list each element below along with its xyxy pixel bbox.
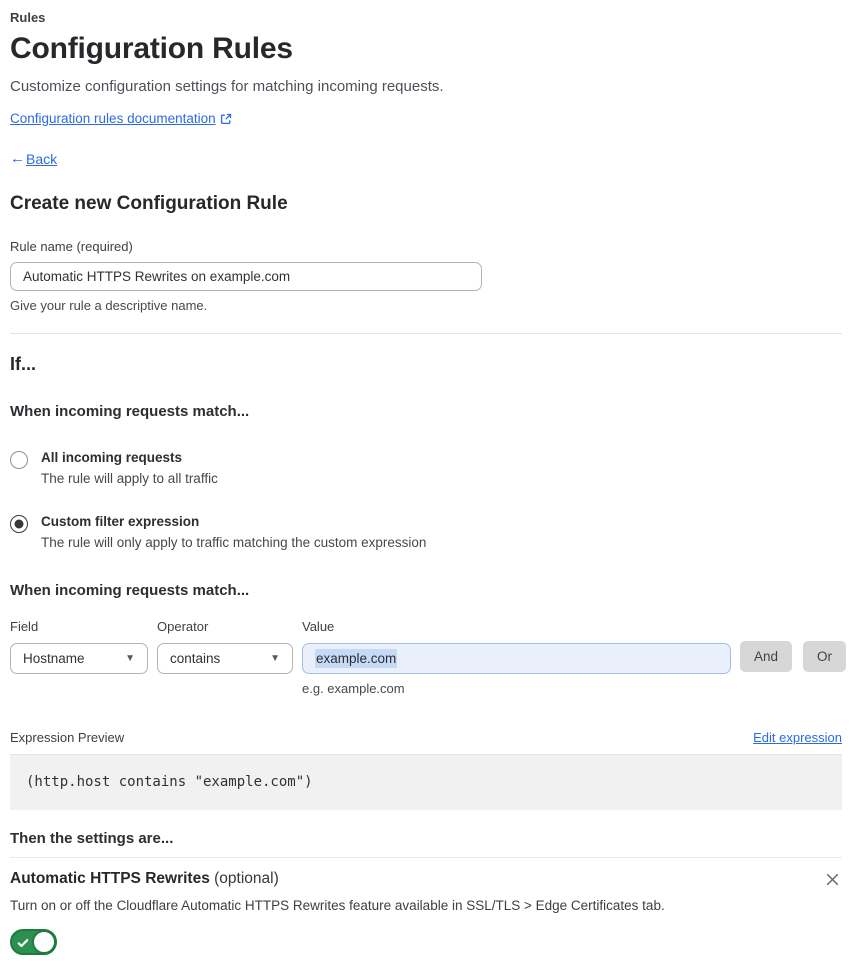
breadcrumb: Rules [10, 10, 46, 25]
value-hint: e.g. example.com [302, 681, 405, 696]
close-icon[interactable] [823, 870, 842, 889]
configuration-rules-page: Rules Configuration Rules Customize conf… [0, 0, 852, 974]
arrow-left-icon: ← [10, 150, 25, 167]
if-heading: If... [10, 354, 36, 374]
back-link-row[interactable]: ← Back [10, 150, 842, 167]
field-select-value: Hostname [23, 651, 85, 666]
edit-expression-link[interactable]: Edit expression [753, 730, 842, 745]
external-link-icon [220, 113, 232, 125]
operator-label: Operator [157, 619, 209, 634]
rule-name-help: Give your rule a descriptive name. [10, 298, 208, 313]
card-divider [10, 857, 842, 858]
expression-builder-row: Field Hostname ▼ Operator contains ▼ Val… [10, 619, 847, 696]
expression-preview-code: (http.host contains "example.com") [10, 755, 842, 810]
toggle-knob[interactable] [32, 930, 56, 954]
value-label: Value [302, 619, 335, 634]
check-icon [17, 936, 29, 948]
radio-option-label: All incoming requests [41, 450, 183, 465]
expression-preview-label: Expression Preview [10, 730, 125, 745]
builder-heading: When incoming requests match... [10, 582, 250, 599]
chevron-down-icon: ▼ [270, 653, 280, 664]
page-subtitle: Customize configuration settings for mat… [10, 78, 444, 95]
radio-button-custom-filter-expression[interactable] [10, 515, 28, 533]
documentation-link[interactable]: Configuration rules documentation [10, 111, 216, 126]
radio-option-all-incoming-requests[interactable]: All incoming requests The rule will appl… [10, 450, 842, 486]
https-rewrites-toggle[interactable] [10, 929, 57, 955]
rule-name-input[interactable] [10, 262, 482, 291]
card-optional-tag: (optional) [214, 870, 279, 887]
section-divider [10, 333, 842, 334]
create-rule-heading: Create new Configuration Rule [10, 193, 288, 214]
match-options-group: All incoming requests The rule will appl… [10, 450, 842, 550]
radio-option-description: The rule will only apply to traffic matc… [41, 535, 427, 550]
field-select[interactable]: Hostname ▼ [10, 643, 148, 674]
then-settings-heading: Then the settings are... [10, 830, 174, 847]
value-input-text: example.com [315, 649, 398, 668]
or-button[interactable]: Or [803, 641, 847, 672]
operator-select-value: contains [170, 651, 221, 666]
card-title-name: Automatic HTTPS Rewrites [10, 870, 210, 887]
radio-option-custom-filter-expression[interactable]: Custom filter expression The rule will o… [10, 514, 842, 550]
value-input[interactable]: example.com [302, 643, 731, 674]
back-link[interactable]: Back [26, 151, 57, 167]
page-title: Configuration Rules [10, 32, 293, 65]
card-title: Automatic HTTPS Rewrites (optional) [10, 870, 279, 888]
chevron-down-icon: ▼ [125, 653, 135, 664]
https-rewrites-card: Automatic HTTPS Rewrites (optional) Turn… [10, 870, 842, 960]
rule-name-label: Rule name (required) [10, 239, 133, 254]
expression-preview-section: Expression Preview Edit expression (http… [10, 730, 842, 810]
operator-select[interactable]: contains ▼ [157, 643, 293, 674]
match-heading: When incoming requests match... [10, 403, 250, 420]
radio-option-label: Custom filter expression [41, 514, 200, 529]
radio-button-all-incoming-requests[interactable] [10, 451, 28, 469]
radio-option-description: The rule will apply to all traffic [41, 471, 218, 486]
and-button[interactable]: And [740, 641, 793, 672]
field-label: Field [10, 619, 39, 634]
